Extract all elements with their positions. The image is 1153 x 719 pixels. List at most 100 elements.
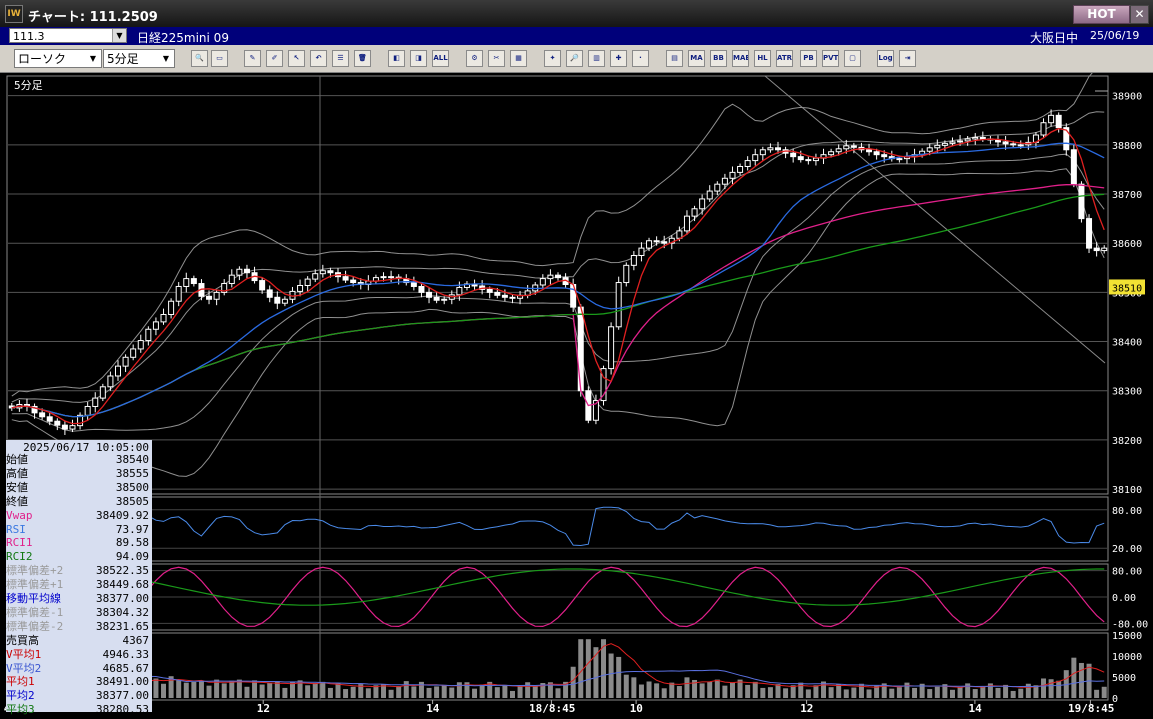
candle-body <box>873 151 880 156</box>
info-row: V平均2 4685.67 <box>6 662 152 675</box>
volume-bar <box>745 684 751 698</box>
volume-bar <box>904 682 910 698</box>
volume-bar <box>813 685 819 698</box>
volume-bar <box>995 687 1001 698</box>
candle-body <box>259 280 266 291</box>
price-tick-label: 38700 <box>1112 190 1142 201</box>
list-button[interactable]: ☰ <box>332 50 349 67</box>
info-label: 高値 <box>6 466 28 480</box>
volume-bar <box>555 688 561 698</box>
pointer-button[interactable]: ↖ <box>288 50 305 67</box>
info-label: RCI1 <box>6 536 33 550</box>
info-value: 38540 <box>115 453 149 466</box>
candle-body <box>380 276 387 279</box>
candle-body <box>828 151 835 156</box>
candle-body <box>547 274 554 280</box>
volume-bar <box>252 680 258 698</box>
volume-bar <box>411 686 417 698</box>
edit-button[interactable]: ✐ <box>266 50 283 67</box>
mae-button[interactable]: MAE <box>732 50 749 67</box>
volume-bar <box>934 686 940 698</box>
chevron-down-icon[interactable]: ▼ <box>159 51 173 66</box>
candle-body <box>630 254 637 266</box>
volume-bar <box>176 680 182 698</box>
close-button[interactable]: ✕ <box>1130 5 1149 24</box>
gear-button[interactable]: ⚙ <box>466 50 483 67</box>
bar-right-button[interactable]: ◨ <box>410 50 427 67</box>
candle-body <box>130 348 137 358</box>
trash-button[interactable]: 🗑 <box>354 50 371 67</box>
chart-svg[interactable]: 38100 38200 38300 38400 38500 38600 38700 38800… <box>0 63 1153 715</box>
volume-bar <box>1056 680 1062 698</box>
volume-bar <box>866 689 872 698</box>
zoom-button[interactable]: 🔍 <box>191 50 208 67</box>
session-label: 大阪日中 <box>1030 31 1079 45</box>
info-value: 38280.53 <box>96 703 149 717</box>
volume-bar <box>365 688 371 698</box>
volume-bar <box>244 686 250 698</box>
candle-body <box>426 291 433 298</box>
candle-body <box>350 279 357 284</box>
candle-body <box>410 282 417 287</box>
cascade-button[interactable]: ▤ <box>666 50 683 67</box>
chart-type-select[interactable]: ローソク ▼ <box>14 49 102 68</box>
info-row: 高値 38555 <box>6 466 152 480</box>
volume-bar <box>828 687 834 698</box>
chart-type-value: ローソク <box>18 52 67 66</box>
volume-bar <box>949 689 955 698</box>
bar-left-button[interactable]: ◧ <box>388 50 405 67</box>
hl-button[interactable]: HL <box>754 50 771 67</box>
chevron-down-icon[interactable]: ▼ <box>112 29 126 42</box>
window-button[interactable]: ▭ <box>211 50 228 67</box>
volume-bar <box>434 686 440 698</box>
volume-bar <box>722 685 728 698</box>
candle-body <box>835 148 842 153</box>
chevron-down-icon[interactable]: ▼ <box>86 51 100 66</box>
frame-button[interactable]: ▢ <box>844 50 861 67</box>
plot-button[interactable]: ▥ <box>588 50 605 67</box>
info-value: 38522.35 <box>96 564 149 578</box>
candle-body <box>926 147 933 152</box>
candle-body <box>964 138 971 142</box>
candle-body <box>175 285 182 302</box>
ma-button[interactable]: MA <box>688 50 705 67</box>
info-value: 38500 <box>115 480 149 494</box>
volume-bar <box>927 689 933 698</box>
volume-bar <box>343 689 349 698</box>
volume-bar <box>638 684 644 698</box>
volume-bar <box>320 681 326 698</box>
draw-line-button[interactable]: ✎ <box>244 50 261 67</box>
exit-button[interactable]: ⇥ <box>899 50 916 67</box>
interval-select[interactable]: 5分足 ▼ <box>103 49 175 68</box>
undo-button[interactable]: ↶ <box>310 50 327 67</box>
tools-button[interactable]: ✂ <box>488 50 505 67</box>
current-price-label: 38510 <box>1112 283 1142 294</box>
cross-button[interactable]: ✚ <box>610 50 627 67</box>
pvt-button[interactable]: PVT <box>822 50 839 67</box>
hot-button[interactable]: HOT <box>1073 5 1130 24</box>
info-label: 平均3 <box>6 703 35 717</box>
candle-body <box>615 282 622 328</box>
symbol-code-input[interactable]: 111.3 ▼ <box>9 28 127 43</box>
info-label: 標準偏差+2 <box>6 564 64 578</box>
volume-bar <box>775 684 781 698</box>
volume-bar <box>836 684 842 698</box>
volume-bar <box>631 677 637 698</box>
candle-body <box>281 298 288 304</box>
atr-button[interactable]: ATR <box>776 50 793 67</box>
search-chart-button[interactable]: 🔎 <box>566 50 583 67</box>
log-button[interactable]: Log <box>877 50 894 67</box>
palette-button[interactable]: ▦ <box>510 50 527 67</box>
volume-bar <box>502 684 508 698</box>
info-value: 38377.00 <box>96 592 149 605</box>
stamp-button[interactable]: ✦ <box>544 50 561 67</box>
info-label: RCI2 <box>6 550 33 564</box>
bb-button[interactable]: BB <box>710 50 727 67</box>
price-tick-label: 38400 <box>1112 338 1142 349</box>
chart-area[interactable]: 38100 38200 38300 38400 38500 38600 38700 38800… <box>0 63 1153 715</box>
all-button[interactable]: ALL <box>432 50 449 67</box>
x-tick-label: 10 <box>630 702 643 715</box>
volume-bar <box>661 688 667 698</box>
blank-button[interactable]: · <box>632 50 649 67</box>
pb-button[interactable]: PB <box>800 50 817 67</box>
